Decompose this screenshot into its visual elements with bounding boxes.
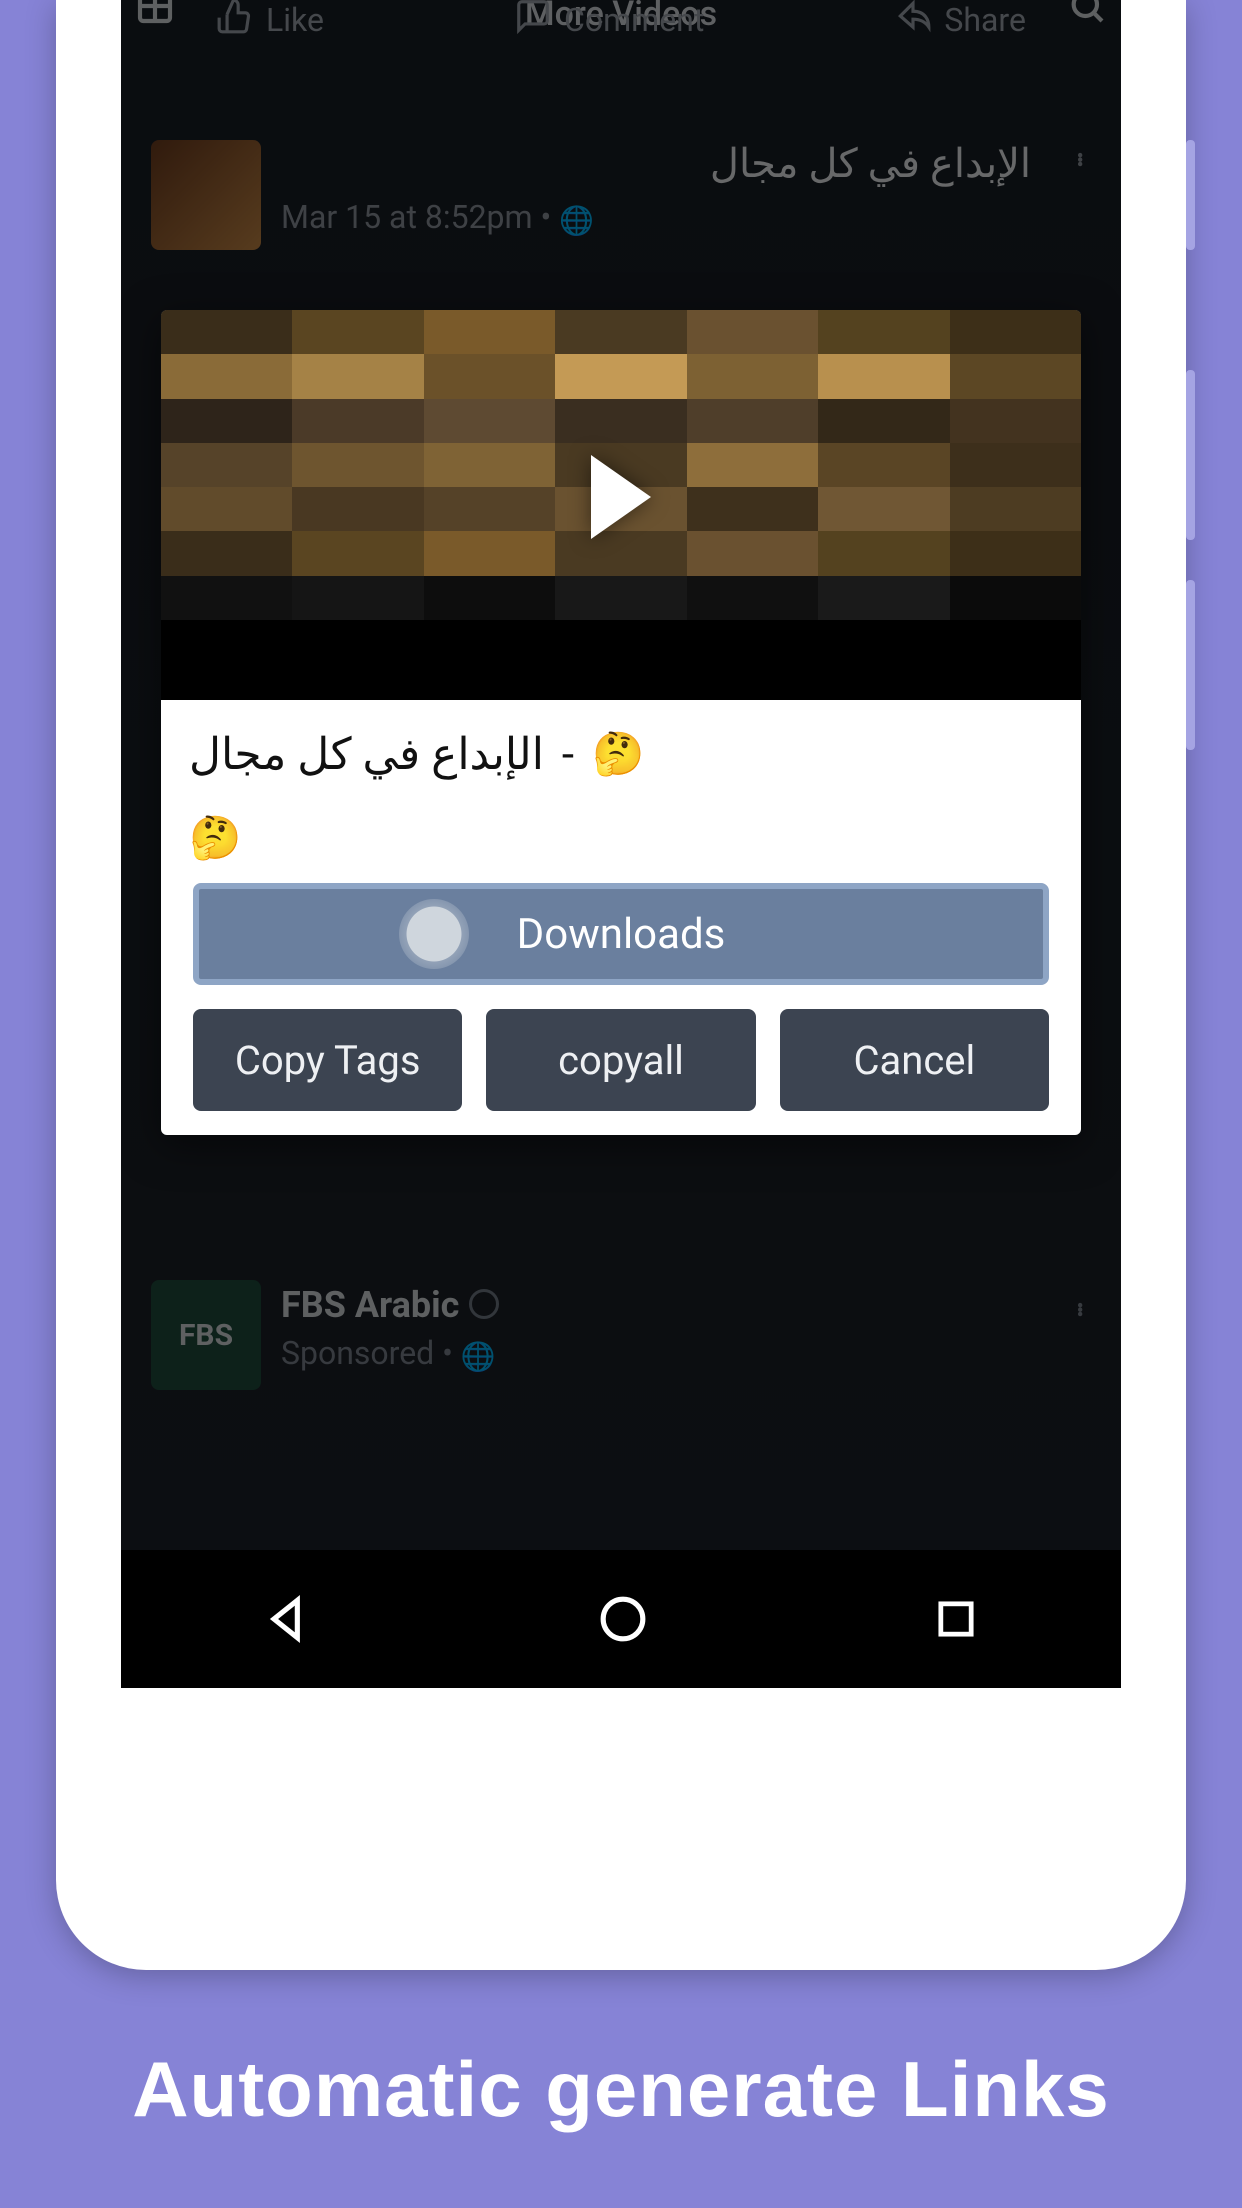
caption-line: 🤔	[189, 814, 1053, 863]
copy-tags-button-label: Copy Tags	[235, 1037, 421, 1084]
phone-frame: More Videos Like Comment	[56, 0, 1186, 1970]
thinking-emoji-icon: 🤔	[189, 814, 241, 863]
caption-separator: -	[562, 728, 574, 780]
back-icon[interactable]	[260, 1591, 316, 1647]
caption-block: 🤔 - الإبداع في كل مجال 🤔	[161, 700, 1081, 883]
cancel-button[interactable]: Cancel	[780, 1009, 1049, 1111]
phone-screen: More Videos Like Comment	[121, 0, 1121, 1688]
copy-tags-button[interactable]: Copy Tags	[193, 1009, 462, 1111]
phone-side-button	[1186, 580, 1195, 750]
downloads-button-label: Downloads	[517, 910, 726, 959]
caption-text: الإبداع في كل مجال	[189, 728, 544, 780]
thinking-emoji-icon: 🤔	[592, 730, 644, 779]
system-nav-bar	[121, 1550, 1121, 1688]
download-modal: 🤔 - الإبداع في كل مجال 🤔 Downloads Copy …	[161, 310, 1081, 1135]
copy-all-button[interactable]: copyall	[486, 1009, 755, 1111]
phone-side-button	[1186, 140, 1195, 250]
video-preview[interactable]	[161, 310, 1081, 700]
touch-ripple-icon	[399, 899, 469, 969]
promo-caption: Automatic generate Links	[0, 1970, 1242, 2208]
recents-icon[interactable]	[930, 1593, 982, 1645]
cancel-button-label: Cancel	[853, 1037, 975, 1084]
downloads-button[interactable]: Downloads	[193, 883, 1049, 985]
play-icon[interactable]	[591, 455, 651, 539]
copy-all-button-label: copyall	[558, 1037, 684, 1084]
phone-side-button	[1186, 370, 1195, 540]
caption-line: 🤔 - الإبداع في كل مجال	[189, 728, 1053, 780]
home-icon[interactable]	[595, 1591, 651, 1647]
promo-text: Automatic generate Links	[132, 2044, 1110, 2135]
